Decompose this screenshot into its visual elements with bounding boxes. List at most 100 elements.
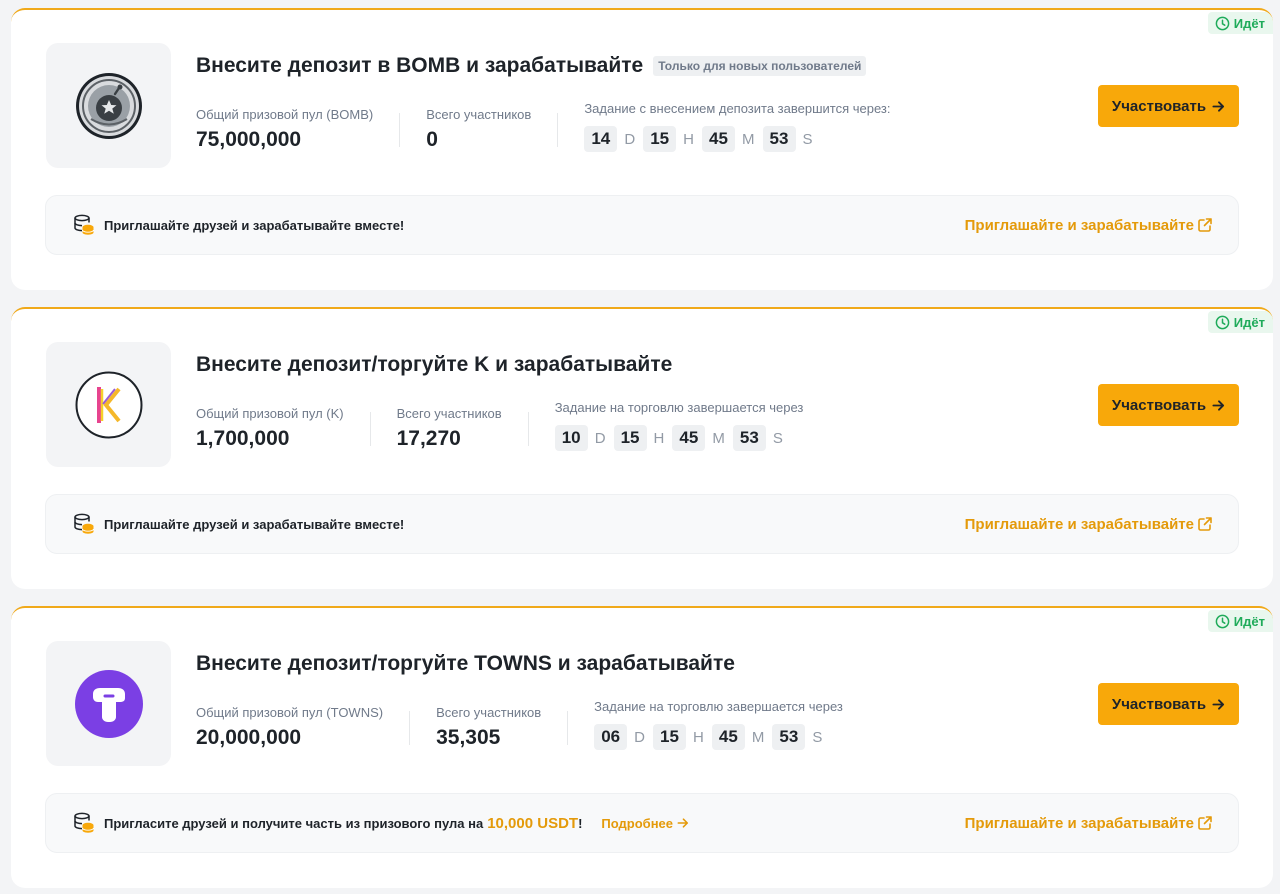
unit-minutes: M: [751, 728, 765, 746]
timer-label: Задание на торговлю завершается через: [594, 699, 843, 714]
countdown-seconds: 53: [772, 724, 806, 750]
invite-link-label: Приглашайте и зарабатывайте: [964, 515, 1194, 533]
participate-button[interactable]: Участвовать: [1098, 384, 1239, 426]
unit-seconds: S: [802, 130, 813, 148]
towns-token-icon: [74, 669, 143, 738]
invite-amount: 10,000 USDT: [487, 814, 579, 832]
prize-pool-value: 75,000,000: [196, 128, 302, 151]
arrow-right-icon: [677, 818, 689, 828]
unit-days: D: [634, 728, 646, 746]
countdown-seconds: 53: [732, 425, 766, 451]
stat-divider: [409, 711, 411, 745]
invite-link[interactable]: Приглашайте и зарабатывайте: [965, 495, 1213, 553]
invite-link[interactable]: Приглашайте и зарабатывайте: [965, 196, 1213, 254]
countdown-days: 10: [554, 425, 588, 451]
invite-text: Пригласите друзей и получите часть из пр…: [104, 815, 582, 832]
status-badge: Идёт: [1207, 311, 1273, 333]
campaign-stats: Общий призовой пул (K) 1,700,000 Всего у…: [196, 400, 803, 451]
prize-pool-label: Общий призовой пул (TOWNS): [196, 705, 384, 720]
participate-button[interactable]: Участвовать: [1098, 683, 1239, 725]
invite-text: Приглашайте друзей и зарабатывайте вмест…: [104, 516, 405, 532]
countdown-days: 06: [594, 724, 628, 750]
unit-hours: H: [683, 130, 694, 148]
prize-pool-label: Общий призовой пул (K): [196, 406, 344, 421]
unit-hours: H: [653, 429, 665, 447]
countdown-days: 14: [584, 126, 618, 152]
unit-seconds: S: [812, 728, 823, 746]
countdown-minutes: 45: [672, 425, 706, 451]
token-logo: [46, 43, 171, 168]
participants-label: Всего участников: [426, 107, 532, 122]
participants-label: Всего участников: [396, 406, 502, 421]
participants-value: 17,270: [396, 427, 461, 450]
status-text: Идёт: [1233, 15, 1265, 31]
unit-minutes: M: [712, 429, 725, 447]
campaign-title: Внесите депозит в BOMB и зарабатывайте: [196, 54, 644, 77]
participants-value: 35,305: [436, 726, 501, 749]
prize-pool-value: 1,700,000: [196, 427, 290, 450]
stat-divider: [369, 412, 371, 446]
unit-days: D: [624, 130, 636, 148]
participants-value: 0: [426, 128, 438, 151]
status-badge: Идёт: [1207, 610, 1273, 632]
prize-pool-value: 20,000,000: [196, 726, 302, 749]
bomb-token-icon: [75, 72, 142, 139]
stat-divider: [527, 412, 529, 446]
campaign-stats: Общий призовой пул (TOWNS) 20,000,000 Вс…: [196, 699, 843, 750]
invite-link-label: Приглашайте и зарабатывайте: [964, 216, 1194, 234]
countdown-minutes: 45: [702, 126, 735, 152]
countdown: 06 D 15 H 45 M 53 S: [594, 724, 843, 750]
status-text: Идёт: [1233, 314, 1265, 330]
external-link-icon: [1198, 517, 1212, 531]
countdown-hours: 15: [643, 126, 677, 152]
status-badge: Идёт: [1207, 12, 1273, 34]
coins-icon: [74, 214, 94, 235]
more-link-label: Подробнее: [601, 815, 674, 831]
token-logo: [46, 342, 171, 467]
countdown: 14 D 15 H 45 M 53 S: [584, 126, 890, 152]
invite-text: Приглашайте друзей и зарабатывайте вмест…: [104, 217, 405, 233]
campaign-card-k: Идёт Внесите депозит/торгуйте K и зараба…: [11, 307, 1273, 589]
participate-label: Участвовать: [1111, 97, 1207, 115]
arrow-right-icon: [1212, 399, 1225, 411]
countdown-hours: 15: [653, 724, 687, 750]
external-link-icon: [1198, 218, 1212, 232]
coins-icon: [74, 513, 94, 534]
campaign-card-towns: Идёт Внесите депозит/торгуйте TOWNS и за…: [11, 606, 1273, 888]
unit-hours: H: [693, 728, 704, 746]
invite-link-label: Приглашайте и зарабатывайте: [964, 814, 1194, 832]
campaign-stats: Общий призовой пул (BOMB) 75,000,000 Все…: [196, 101, 891, 152]
stat-divider: [567, 711, 569, 745]
arrow-right-icon: [1212, 100, 1225, 112]
participate-label: Участвовать: [1111, 695, 1207, 713]
k-token-icon: [75, 371, 142, 438]
unit-minutes: M: [742, 130, 755, 148]
participants-label: Всего участников: [436, 705, 542, 720]
external-link-icon: [1198, 816, 1212, 830]
unit-days: D: [594, 429, 606, 447]
arrow-right-icon: [1212, 698, 1225, 710]
invite-exclamation: !: [578, 815, 583, 831]
timer-label: Задание на торговлю завершается через: [554, 400, 804, 415]
participate-button[interactable]: Участвовать: [1098, 85, 1239, 127]
invite-bar: Пригласите друзей и получите часть из пр…: [45, 793, 1239, 853]
invite-bar: Приглашайте друзей и зарабатывайте вмест…: [45, 494, 1239, 554]
countdown-hours: 15: [613, 425, 647, 451]
campaign-title: Внесите депозит/торгуйте K и зарабатывай…: [196, 353, 673, 376]
clock-icon: [1215, 16, 1230, 30]
invite-link[interactable]: Приглашайте и зарабатывайте: [965, 794, 1213, 852]
token-logo: [46, 641, 171, 766]
prize-pool-label: Общий призовой пул (BOMB): [196, 107, 374, 122]
stat-divider: [557, 113, 559, 147]
more-link[interactable]: Подробнее: [601, 816, 689, 831]
stat-divider: [399, 113, 401, 147]
invite-bar: Приглашайте друзей и зарабатывайте вмест…: [45, 195, 1239, 255]
unit-seconds: S: [772, 429, 783, 447]
status-text: Идёт: [1233, 613, 1265, 629]
new-users-tag: Только для новых пользователей: [653, 56, 867, 76]
participate-label: Участвовать: [1111, 396, 1207, 414]
countdown-seconds: 53: [762, 126, 796, 152]
campaign-card-bomb: Идёт Внесите депозит в BOMB и зарабатыва…: [11, 8, 1273, 290]
coins-icon: [74, 812, 94, 833]
clock-icon: [1215, 315, 1230, 329]
